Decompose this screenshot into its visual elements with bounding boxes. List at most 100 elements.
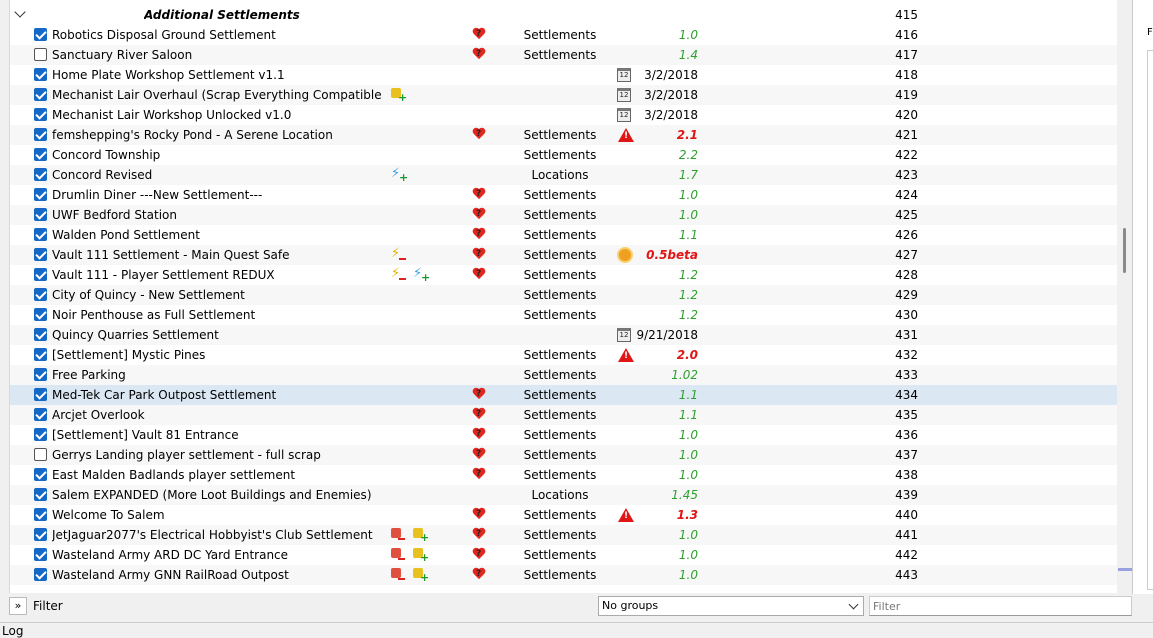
enable-checkbox[interactable] (34, 188, 47, 201)
mod-row[interactable]: Wasteland Army GNN RailRoad Outpost +? Set… (10, 565, 1117, 585)
heart-icon: ? (472, 268, 488, 282)
mod-priority: 430 (895, 308, 918, 322)
mod-row[interactable]: Vault 111 Settlement - Main Quest Safe ⚡?… (10, 245, 1117, 265)
mod-row[interactable]: Vault 111 - Player Settlement REDUX ⚡ ⚡ +? S… (10, 265, 1117, 285)
enable-checkbox[interactable] (34, 88, 47, 101)
mod-name: Arcjet Overlook (52, 408, 145, 422)
mod-row[interactable]: Concord Township Settlements 2.2 422 (10, 145, 1117, 165)
mod-version: 1.2 (678, 308, 698, 322)
enable-checkbox[interactable] (34, 348, 47, 361)
red-minus-icon (391, 528, 407, 542)
mod-name: UWF Bedford Station (52, 208, 177, 222)
right-pane-box (1147, 50, 1153, 590)
enable-checkbox[interactable] (34, 328, 47, 341)
enable-checkbox[interactable] (34, 148, 47, 161)
calendar-shape: 12 (617, 108, 631, 122)
yellow-plus-icon: + (413, 548, 429, 563)
mod-row[interactable]: Welcome To Salem? Settlements! 1.3 440 (10, 505, 1117, 525)
mod-row[interactable]: Mechanist Lair Workshop Unlocked v1.0 12 3… (10, 105, 1117, 125)
enable-checkbox[interactable] (34, 368, 47, 381)
mod-name: East Malden Badlands player settlement (52, 468, 296, 482)
group-priority: 415 (895, 8, 918, 22)
mod-row[interactable]: Robotics Disposal Ground Settlement? Sett… (10, 25, 1117, 45)
enable-checkbox[interactable] (34, 228, 47, 241)
minus-shape (399, 258, 406, 260)
mod-row[interactable]: Walden Pond Settlement? Settlements 1.1 426 (10, 225, 1117, 245)
enable-checkbox[interactable] (34, 448, 47, 461)
enable-checkbox[interactable] (34, 128, 47, 141)
mod-row[interactable]: Concord Revised ⚡ + Locations 1.7 423 (10, 165, 1117, 185)
enable-checkbox[interactable] (34, 308, 47, 321)
enable-checkbox[interactable] (34, 408, 47, 421)
heart-shape: ? (472, 208, 486, 221)
minus-shape (398, 578, 405, 580)
mod-row[interactable]: East Malden Badlands player settlement? S… (10, 465, 1117, 485)
bolt-minus-icon: ⚡ (391, 247, 407, 262)
mod-row[interactable]: JetJaguar2077's Electrical Hobbyist's Cl… (10, 525, 1117, 545)
expand-filter-button[interactable]: » (9, 597, 27, 615)
mod-list[interactable]: Additional Settlements 415 Robotics Disp… (9, 0, 1117, 593)
mod-row[interactable]: [Settlement] Vault 81 Entrance? Settlemen… (10, 425, 1117, 445)
mod-row[interactable]: [Settlement] Mystic Pines Settlements! 2.0… (10, 345, 1117, 365)
mod-row[interactable]: Salem EXPANDED (More Loot Buildings and … (10, 485, 1117, 505)
enable-checkbox[interactable] (34, 48, 47, 61)
mod-name: Wasteland Army GNN RailRoad Outpost (52, 568, 289, 582)
enable-checkbox[interactable] (34, 248, 47, 261)
mod-row[interactable]: Noir Penthouse as Full Settlement Settlem… (10, 305, 1117, 325)
group-label: Additional Settlements (144, 8, 300, 22)
mod-row[interactable]: Free Parking Settlements 1.02 433 (10, 365, 1117, 385)
mod-row[interactable]: Mechanist Lair Overhaul (Scrap Everythin… (10, 85, 1117, 105)
mod-row[interactable]: femshepping's Rocky Pond - A Serene Loca… (10, 125, 1117, 145)
mod-version: 2.2 (678, 148, 698, 162)
heart-icon: ? (472, 548, 488, 562)
enable-checkbox[interactable] (34, 528, 47, 541)
heart-shape: ? (472, 568, 486, 581)
enable-checkbox[interactable] (34, 488, 47, 501)
filter-input[interactable] (869, 596, 1132, 616)
mod-row[interactable]: Home Plate Workshop Settlement v1.1 12 3/2… (10, 65, 1117, 85)
group-row-additional-settlements[interactable]: Additional Settlements 415 (10, 5, 1117, 25)
mod-priority: 424 (895, 188, 918, 202)
mod-row[interactable]: City of Quincy - New Settlement Settlemen… (10, 285, 1117, 305)
mod-row[interactable]: Sanctuary River Saloon? Settlements 1.4 417 (10, 45, 1117, 65)
enable-checkbox[interactable] (34, 208, 47, 221)
mod-version: 1.2 (678, 288, 698, 302)
groups-dropdown[interactable]: No groups (598, 596, 864, 616)
block-shape (391, 568, 401, 578)
enable-checkbox[interactable] (34, 568, 47, 581)
enable-checkbox[interactable] (34, 28, 47, 41)
enable-checkbox[interactable] (34, 108, 47, 121)
mod-name: femshepping's Rocky Pond - A Serene Loca… (52, 128, 333, 142)
enable-checkbox[interactable] (34, 68, 47, 81)
enable-checkbox[interactable] (34, 268, 47, 281)
mod-version: 0.5beta (646, 248, 698, 262)
mod-priority: 425 (895, 208, 918, 222)
mod-row[interactable]: Arcjet Overlook? Settlements 1.1 435 (10, 405, 1117, 425)
mod-row[interactable]: Wasteland Army ARD DC Yard Entrance +? Set… (10, 545, 1117, 565)
scrollbar-thumb[interactable] (1123, 228, 1126, 273)
mod-row[interactable]: Med-Tek Car Park Outpost Settlement? Sett… (10, 385, 1117, 405)
vertical-scrollbar[interactable] (1118, 0, 1132, 593)
collapse-chevron-icon[interactable] (14, 6, 26, 18)
enable-checkbox[interactable] (34, 508, 47, 521)
mod-name: Vault 111 Settlement - Main Quest Safe (52, 248, 290, 262)
right-pane: F (1132, 0, 1153, 600)
mod-priority: 419 (895, 88, 918, 102)
heart-shape: ? (472, 388, 486, 401)
enable-checkbox[interactable] (34, 288, 47, 301)
mod-row[interactable]: UWF Bedford Station? Settlements 1.0 425 (10, 205, 1117, 225)
enable-checkbox[interactable] (34, 548, 47, 561)
enable-checkbox[interactable] (34, 168, 47, 181)
mod-row[interactable]: Drumlin Diner ---New Settlement---? Settl… (10, 185, 1117, 205)
chevron-down-icon (848, 599, 859, 610)
enable-checkbox[interactable] (34, 428, 47, 441)
mod-row[interactable]: Gerrys Landing player settlement - full … (10, 445, 1117, 465)
mod-priority: 428 (895, 268, 918, 282)
mod-row[interactable]: Quincy Quarries Settlement 12 9/21/2018 431 (10, 325, 1117, 345)
enable-checkbox[interactable] (34, 468, 47, 481)
mod-version: 1.0 (678, 28, 698, 42)
enable-checkbox[interactable] (34, 388, 47, 401)
mod-category: Settlements (523, 468, 597, 482)
mod-priority: 426 (895, 228, 918, 242)
filter-label: Filter (33, 599, 63, 613)
